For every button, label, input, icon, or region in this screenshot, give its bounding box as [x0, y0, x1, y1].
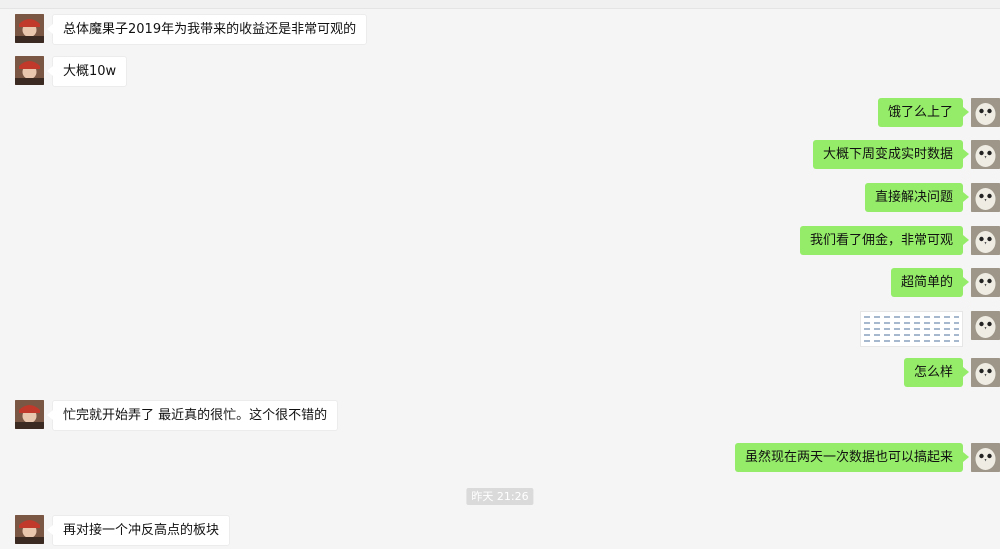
message-bubble[interactable]: 大概下周变成实时数据 — [812, 140, 970, 169]
my-avatar[interactable] — [971, 443, 1000, 472]
message-row-right: 超简单的 — [890, 268, 1000, 297]
contact-avatar[interactable] — [15, 400, 44, 429]
message-row-left: 再对接一个冲反高点的板块 — [15, 515, 231, 546]
message-row-right: 饿了么上了 — [877, 98, 1000, 127]
my-avatar[interactable] — [971, 226, 1000, 255]
contact-avatar[interactable] — [15, 14, 44, 43]
timestamp-divider: 昨天 21:26 — [466, 488, 534, 505]
message-bubble[interactable]: 忙完就开始弄了 最近真的很忙。这个很不错的 — [46, 400, 339, 431]
my-avatar[interactable] — [971, 268, 1000, 297]
my-avatar[interactable] — [971, 183, 1000, 212]
my-avatar[interactable] — [971, 98, 1000, 127]
my-avatar[interactable] — [971, 140, 1000, 169]
message-bubble[interactable]: 虽然现在两天一次数据也可以搞起来 — [734, 443, 970, 472]
image-message-thumbnail[interactable] — [860, 311, 963, 347]
my-avatar[interactable] — [971, 358, 1000, 387]
message-row-left: 大概10w — [15, 56, 128, 87]
message-row-right: 大概下周变成实时数据 — [812, 140, 1000, 169]
message-row-right: 怎么样 — [903, 358, 1000, 387]
message-row-right: 直接解决问题 — [864, 183, 1000, 212]
contact-avatar[interactable] — [15, 56, 44, 85]
message-bubble[interactable]: 大概10w — [46, 56, 128, 87]
message-row-left: 忙完就开始弄了 最近真的很忙。这个很不错的 — [15, 400, 339, 431]
message-bubble[interactable]: 饿了么上了 — [877, 98, 970, 127]
message-bubble[interactable]: 我们看了佣金，非常可观 — [799, 226, 970, 255]
message-row-right: 我们看了佣金，非常可观 — [799, 226, 1000, 255]
message-row-right: 虽然现在两天一次数据也可以搞起来 — [734, 443, 1000, 472]
message-row-left: 总体魔果子2019年为我带来的收益还是非常可观的 — [15, 14, 368, 45]
message-bubble[interactable]: 超简单的 — [890, 268, 970, 297]
message-bubble[interactable]: 再对接一个冲反高点的板块 — [46, 515, 231, 546]
my-avatar[interactable] — [971, 311, 1000, 340]
chat-top-border — [0, 0, 1000, 9]
message-bubble[interactable]: 总体魔果子2019年为我带来的收益还是非常可观的 — [46, 14, 368, 45]
contact-avatar[interactable] — [15, 515, 44, 544]
message-bubble[interactable]: 怎么样 — [903, 358, 970, 387]
message-bubble[interactable]: 直接解决问题 — [864, 183, 970, 212]
message-row-right — [860, 311, 1000, 347]
